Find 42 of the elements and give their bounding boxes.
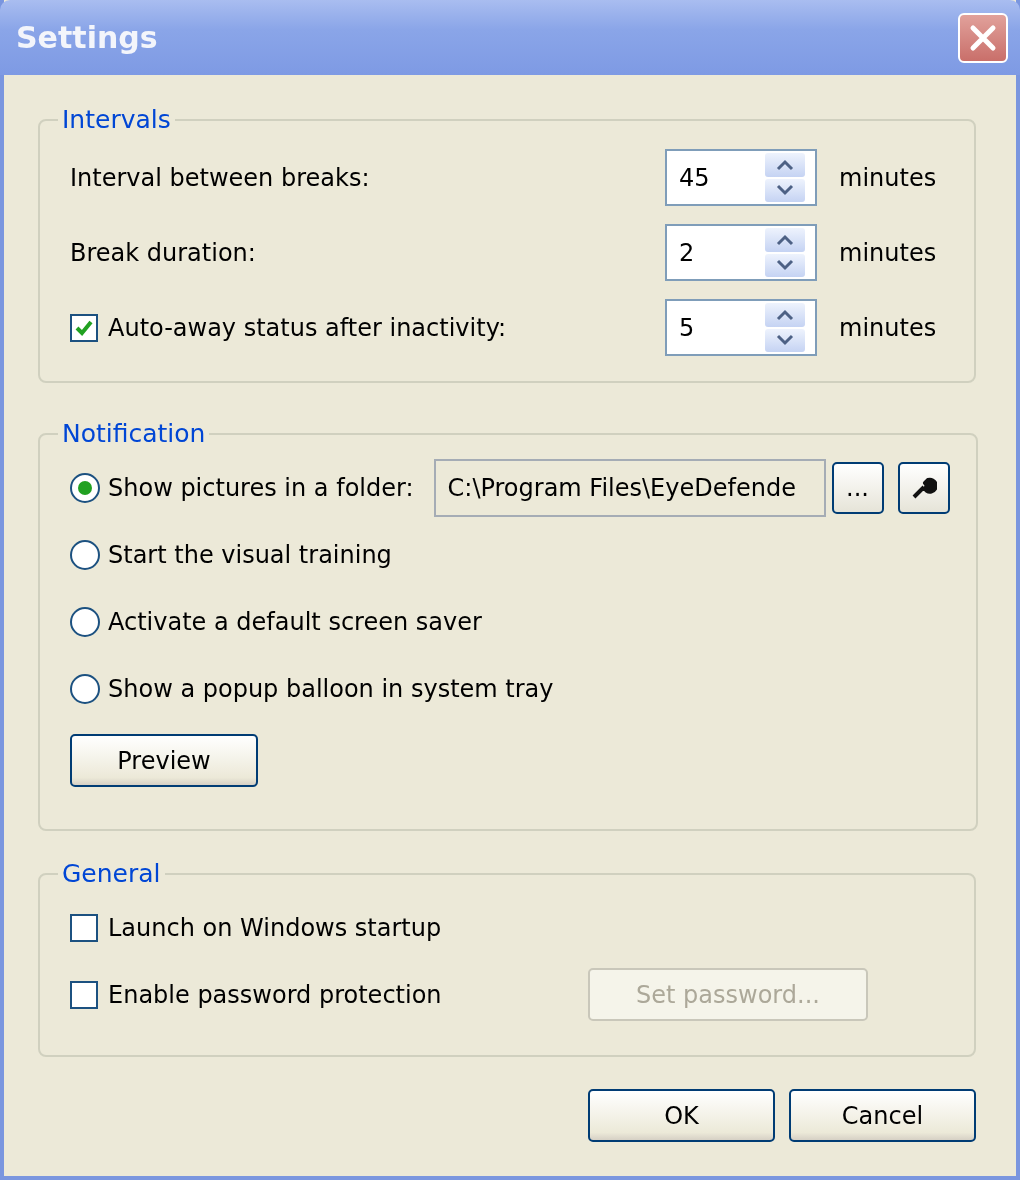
checkbox[interactable] [70,313,98,342]
checkbox[interactable] [70,980,98,1009]
settings-button[interactable] [897,461,950,514]
radio-label[interactable]: Activate a default screen saver [108,607,482,636]
radio-button[interactable] [70,539,100,570]
checkbox[interactable] [70,913,98,942]
spin-down-button[interactable] [765,253,805,277]
radio-button[interactable] [70,673,100,704]
ok-button[interactable]: OK [588,1089,775,1142]
number-field[interactable]: 45 [665,149,817,206]
spin-up-button[interactable] [765,303,805,327]
radio-button[interactable] [70,606,100,637]
radio-label[interactable]: Start the visual training [108,540,392,569]
radio-label[interactable]: Show a popup balloon in system tray [108,674,554,703]
number-field[interactable]: 2 [665,224,817,281]
spin-down-button[interactable] [765,178,805,202]
unit-label: minutes [839,163,937,192]
field-label: Break duration: [70,238,256,267]
radio-label[interactable]: Show pictures in a folder: [108,473,414,502]
field-label: Interval between breaks: [70,163,370,192]
spin-up-button[interactable] [765,153,805,177]
unit-label: minutes [839,313,937,342]
unit-label: minutes [839,238,937,267]
group-title: Intervals [61,105,172,134]
number-value: 2 [678,238,696,267]
window-title: Settings [16,20,158,55]
checkbox-label[interactable]: Enable password protection [108,980,588,1009]
close-button[interactable] [958,12,1008,63]
number-value: 5 [678,313,696,342]
group-title: Notification [61,419,207,448]
folder-path-field[interactable]: C:\Program Files\EyeDefende [433,458,826,517]
checkbox-label[interactable]: Launch on Windows startup [108,913,588,942]
checkbox-label[interactable]: Auto-away status after inactivity: [108,313,507,342]
number-field[interactable]: 5 [665,299,817,356]
group-title: General [61,859,162,888]
browse-button[interactable]: ... [831,461,884,514]
cancel-button[interactable]: Cancel [789,1089,976,1142]
preview-button[interactable]: Preview [70,734,258,787]
radio-button[interactable] [70,472,100,503]
spin-up-button[interactable] [765,228,805,252]
number-value: 45 [678,163,711,192]
spin-down-button[interactable] [765,328,805,352]
